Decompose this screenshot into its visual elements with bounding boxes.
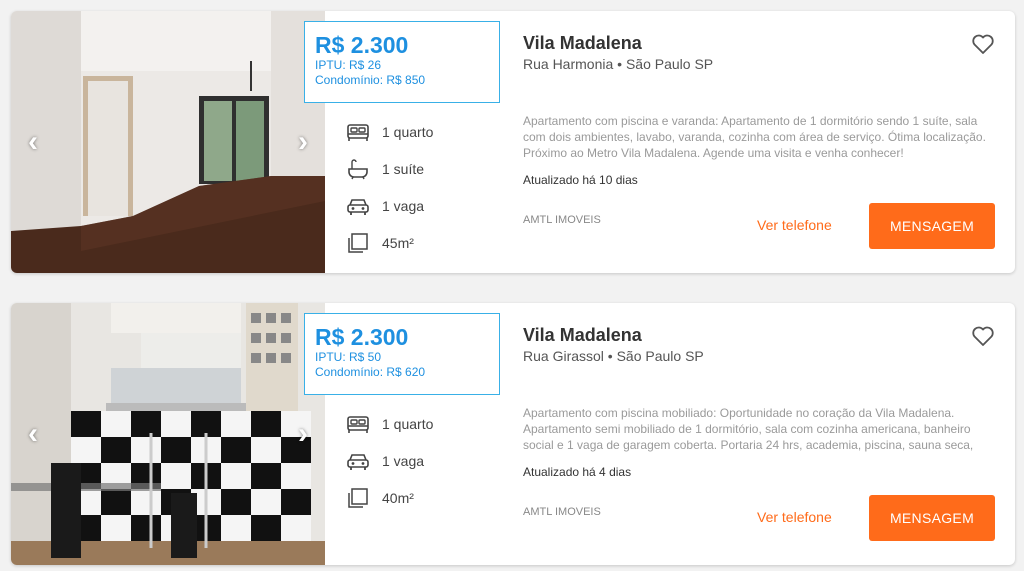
feature-suites: 1 suíte bbox=[346, 150, 486, 187]
price-box: R$ 2.300 IPTU: R$ 50 Condomínio: R$ 620 bbox=[304, 313, 500, 395]
view-phone-link[interactable]: Ver telefone bbox=[757, 217, 832, 233]
favorite-heart-icon[interactable] bbox=[971, 325, 995, 347]
listing-description: Apartamento com piscina e varanda: Apart… bbox=[523, 114, 986, 160]
listing-photo[interactable]: ‹ › bbox=[11, 11, 325, 273]
rent-price: R$ 2.300 bbox=[315, 324, 409, 350]
feature-area: 40m² bbox=[346, 479, 486, 516]
features-list: 1 quarto 1 suíte 1 vaga 45m² bbox=[346, 113, 486, 261]
area-icon bbox=[346, 487, 370, 509]
bed-icon bbox=[346, 413, 370, 435]
car-icon bbox=[346, 450, 370, 472]
listing-address: Rua Harmonia • São Paulo SP bbox=[523, 56, 714, 72]
feature-bedrooms: 1 quarto bbox=[346, 405, 486, 442]
bed-icon bbox=[346, 121, 370, 143]
listing-address: Rua Girassol • São Paulo SP bbox=[523, 348, 704, 364]
feature-parking: 1 vaga bbox=[346, 442, 486, 479]
favorite-heart-icon[interactable] bbox=[971, 33, 995, 55]
condominio-fee: Condomínio: R$ 850 bbox=[315, 73, 426, 87]
agency-name: AMTL IMOVEIS bbox=[523, 506, 601, 518]
area-icon bbox=[346, 232, 370, 254]
car-icon bbox=[346, 195, 370, 217]
feature-parking: 1 vaga bbox=[346, 187, 486, 224]
condominio-fee: Condomínio: R$ 620 bbox=[315, 365, 426, 379]
updated-time: Atualizado há 10 dias bbox=[523, 173, 638, 187]
listing-card[interactable]: ‹ › R$ 2.300 IPTU: R$ 50 Condomínio: R$ … bbox=[11, 303, 1015, 565]
feature-label: 45m² bbox=[382, 234, 414, 251]
apartment-kitchen-photo bbox=[11, 303, 325, 565]
feature-label: 1 vaga bbox=[382, 452, 425, 469]
view-phone-link[interactable]: Ver telefone bbox=[757, 509, 832, 525]
bathtub-icon bbox=[346, 158, 370, 180]
feature-area: 45m² bbox=[346, 224, 486, 261]
agency-name: AMTL IMOVEIS bbox=[523, 214, 601, 226]
updated-time: Atualizado há 4 dias bbox=[523, 465, 632, 479]
feature-bedrooms: 1 quarto bbox=[346, 113, 486, 150]
iptu-fee: IPTU: R$ 50 bbox=[315, 350, 382, 364]
previous-photo-arrow-icon[interactable]: ‹ bbox=[19, 127, 47, 157]
features-list: 1 quarto 1 vaga 40m² bbox=[346, 405, 486, 516]
iptu-fee: IPTU: R$ 26 bbox=[315, 58, 382, 72]
message-button[interactable]: MENSAGEM bbox=[869, 495, 995, 541]
apartment-room-photo bbox=[11, 11, 325, 273]
listing-title[interactable]: Vila Madalena bbox=[523, 33, 642, 54]
next-photo-arrow-icon[interactable]: › bbox=[289, 127, 317, 157]
listing-description: Apartamento com piscina mobiliado: Oport… bbox=[523, 406, 974, 452]
message-button[interactable]: MENSAGEM bbox=[869, 203, 995, 249]
next-photo-arrow-icon[interactable]: › bbox=[289, 419, 317, 449]
feature-label: 1 suíte bbox=[382, 160, 425, 177]
feature-label: 1 vaga bbox=[382, 197, 425, 214]
listing-card[interactable]: ‹ › R$ 2.300 IPTU: R$ 26 Condomínio: R$ … bbox=[11, 11, 1015, 273]
price-box: R$ 2.300 IPTU: R$ 26 Condomínio: R$ 850 bbox=[304, 21, 500, 103]
listing-title[interactable]: Vila Madalena bbox=[523, 325, 642, 346]
feature-label: 40m² bbox=[382, 489, 414, 506]
listing-photo[interactable]: ‹ › bbox=[11, 303, 325, 565]
previous-photo-arrow-icon[interactable]: ‹ bbox=[19, 419, 47, 449]
rent-price: R$ 2.300 bbox=[315, 32, 409, 58]
feature-label: 1 quarto bbox=[382, 123, 434, 140]
feature-label: 1 quarto bbox=[382, 415, 434, 432]
